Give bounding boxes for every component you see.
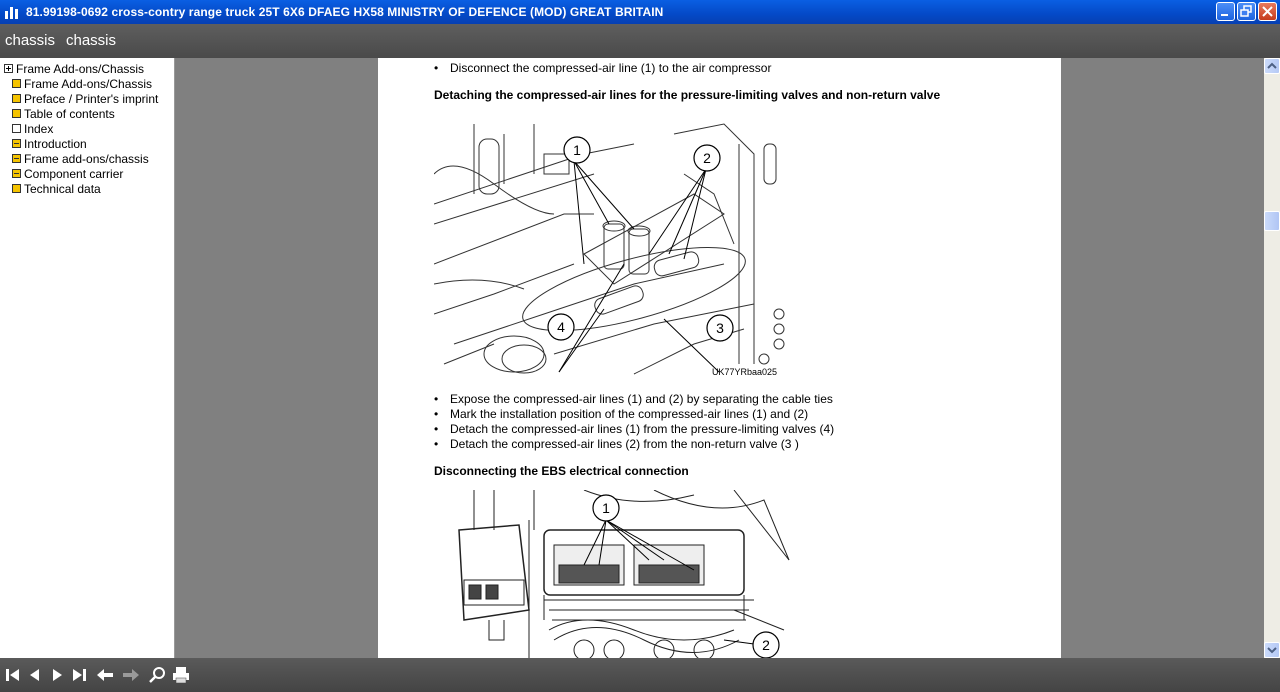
tree-item-label: Table of contents xyxy=(24,106,115,121)
forward-arrow-icon[interactable] xyxy=(122,666,140,684)
svg-text:2: 2 xyxy=(703,150,711,166)
document-page: Disconnect the compressed-air line (1) t… xyxy=(378,58,1061,658)
scroll-down-button[interactable] xyxy=(1264,642,1280,658)
figure-ebs-connection: 1 2 xyxy=(458,490,790,658)
svg-text:4: 4 xyxy=(557,319,565,335)
close-icon xyxy=(1262,6,1273,17)
chevron-up-icon xyxy=(1267,62,1277,69)
collapse-icon[interactable] xyxy=(4,64,13,73)
step-expose-lines: Expose the compressed-air lines (1) and … xyxy=(434,392,833,406)
navigation-toolbar xyxy=(0,658,1280,692)
book-expand-icon xyxy=(12,139,21,148)
section-heading-ebs: Disconnecting the EBS electrical connect… xyxy=(434,464,689,478)
svg-text:1: 1 xyxy=(573,142,581,158)
step-disconnect-compressor: Disconnect the compressed-air line (1) t… xyxy=(434,61,771,75)
tree-item-component-carrier[interactable]: Component carrier xyxy=(12,166,123,181)
search-icon[interactable] xyxy=(148,666,166,684)
tree-item-label: Preface / Printer's imprint xyxy=(24,91,159,106)
page-icon xyxy=(12,124,21,133)
tree-item-label: Component carrier xyxy=(24,166,124,181)
svg-text:3: 3 xyxy=(716,320,724,336)
book-expand-icon xyxy=(12,169,21,178)
tree-item-label: Introduction xyxy=(24,136,87,151)
chevron-down-icon xyxy=(1267,647,1277,654)
breadcrumb-item-chassis-sub[interactable]: chassis xyxy=(66,32,116,49)
figure-code: UK77YRbaa025 xyxy=(712,367,777,377)
tree-root-label: Frame Add-ons/Chassis xyxy=(16,61,145,76)
tree-item-frame-addons[interactable]: Frame Add-ons/Chassis xyxy=(12,76,152,91)
callout-4: 4 xyxy=(547,313,575,341)
restore-button[interactable] xyxy=(1237,2,1256,21)
svg-text:1: 1 xyxy=(602,500,610,516)
first-page-icon[interactable] xyxy=(4,666,22,684)
vertical-scrollbar[interactable] xyxy=(1264,58,1280,658)
book-icon xyxy=(12,79,21,88)
back-arrow-icon[interactable] xyxy=(96,666,114,684)
window-title: 81.99198-0692 cross-contry range truck 2… xyxy=(26,5,664,19)
scroll-up-button[interactable] xyxy=(1264,58,1280,74)
step-mark-position: Mark the installation position of the co… xyxy=(434,407,808,421)
book-icon xyxy=(12,94,21,103)
tree-item-label: Index xyxy=(24,121,54,136)
tree-item-index[interactable]: Index xyxy=(12,121,53,136)
callout-3: 3 xyxy=(706,314,734,342)
next-page-icon[interactable] xyxy=(48,666,66,684)
minimize-icon xyxy=(1221,14,1228,16)
book-expand-icon xyxy=(12,154,21,163)
tree-item-preface[interactable]: Preface / Printer's imprint xyxy=(12,91,158,106)
restore-icon xyxy=(1240,5,1252,17)
step-detach-non-return: Detach the compressed-air lines (2) from… xyxy=(434,437,799,451)
tree-item-label: Frame add-ons/chassis xyxy=(24,151,149,166)
callout-1: 1 xyxy=(592,494,620,522)
callout-2: 2 xyxy=(752,631,780,658)
tree-root[interactable]: Frame Add-ons/Chassis xyxy=(4,61,144,76)
app-bar-chart-icon xyxy=(5,7,18,19)
print-icon[interactable] xyxy=(172,666,190,684)
tree-item-table-of-contents[interactable]: Table of contents xyxy=(12,106,115,121)
callout-2: 2 xyxy=(693,144,721,172)
close-button[interactable] xyxy=(1258,2,1277,21)
tree-item-frame-addons-chassis[interactable]: Frame add-ons/chassis xyxy=(12,151,149,166)
breadcrumb-item-chassis[interactable]: chassis xyxy=(5,32,55,49)
tree-item-label: Technical data xyxy=(24,181,101,196)
tree-item-introduction[interactable]: Introduction xyxy=(12,136,87,151)
tree-item-label: Frame Add-ons/Chassis xyxy=(24,76,153,91)
book-icon xyxy=(12,109,21,118)
section-heading-pressure-lines: Detaching the compressed-air lines for t… xyxy=(434,88,941,102)
step-detach-pressure-limiting: Detach the compressed-air lines (1) from… xyxy=(434,422,834,436)
title-bar: 81.99198-0692 cross-contry range truck 2… xyxy=(0,0,1280,24)
svg-text:2: 2 xyxy=(762,637,770,653)
toc-tree: Frame Add-ons/Chassis Frame Add-ons/Chas… xyxy=(0,58,175,658)
tree-item-technical-data[interactable]: Technical data xyxy=(12,181,101,196)
last-page-icon[interactable] xyxy=(70,666,88,684)
minimize-button[interactable] xyxy=(1216,2,1235,21)
previous-page-icon[interactable] xyxy=(26,666,44,684)
figure-pressure-limiting-valves: 1 2 3 4 UK77YRbaa025 xyxy=(434,114,788,379)
book-icon xyxy=(12,184,21,193)
breadcrumb-bar: chassis chassis xyxy=(0,24,1280,58)
callout-1: 1 xyxy=(563,136,591,164)
scroll-thumb[interactable] xyxy=(1264,211,1280,231)
